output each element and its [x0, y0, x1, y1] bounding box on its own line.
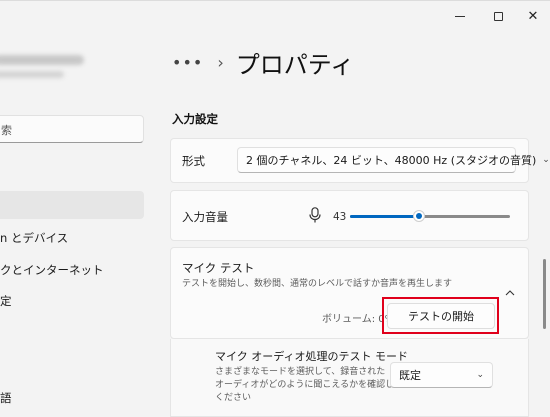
- test-mode-description-line3: ください: [215, 393, 252, 403]
- scrollbar[interactable]: [543, 259, 546, 329]
- section-title-input-settings: 入力設定: [172, 112, 218, 126]
- test-mode-description-line2: オーディオがどのように聞こえるかを確認して: [215, 380, 403, 390]
- volume-slider-fill: [350, 215, 419, 218]
- chevron-right-icon: ›: [217, 53, 224, 72]
- test-mode-description-line1: さまざまなモードを選択して、録音された: [215, 367, 386, 377]
- mic-test-title: マイク テスト: [182, 261, 255, 275]
- sidebar-item-selected[interactable]: [0, 191, 144, 219]
- close-icon: ✕: [527, 8, 539, 24]
- chevron-up-icon[interactable]: [505, 289, 515, 297]
- test-mode-dropdown[interactable]: 既定 ⌄: [390, 362, 493, 388]
- format-dropdown[interactable]: 2 個のチャネル、24 ビット、48000 Hz (スタジオの音質) ⌄: [237, 147, 550, 173]
- highlight-box: [382, 297, 499, 334]
- profile-name-blurred: [0, 55, 84, 65]
- breadcrumb: ••• › プロパティ: [172, 45, 354, 80]
- sidebar-item-network[interactable]: クとインターネット: [0, 262, 104, 278]
- settings-window: ✕ 索 n とデバイス クとインターネット 定 語 ••• › プロパティ 入力…: [0, 0, 550, 417]
- chevron-down-icon: ⌄: [476, 370, 484, 380]
- search-input[interactable]: 索: [0, 115, 144, 143]
- microphone-icon[interactable]: [309, 207, 321, 223]
- sidebar-item-bluetooth-devices[interactable]: n とデバイス: [0, 230, 68, 246]
- volume-slider-thumb[interactable]: [412, 210, 425, 222]
- minimize-icon: [455, 15, 465, 17]
- test-mode-title: マイク オーディオ処理のテスト モード: [215, 350, 409, 363]
- more-icon[interactable]: •••: [172, 53, 203, 72]
- input-volume-value: 43: [333, 211, 347, 223]
- input-volume-label: 入力音量: [182, 210, 228, 224]
- search-placeholder: 索: [1, 124, 12, 137]
- test-mode-value: 既定: [399, 369, 421, 382]
- format-value: 2 個のチャネル、24 ビット、48000 Hz (スタジオの音質): [246, 154, 537, 167]
- page-title: プロパティ: [235, 51, 355, 79]
- sidebar-item-personalization[interactable]: 定: [0, 293, 12, 309]
- profile-email-blurred: [0, 71, 64, 78]
- format-label: 形式: [182, 154, 205, 168]
- chevron-down-icon: ⌄: [542, 155, 550, 165]
- mic-test-description: テストを開始し、数秒間、通常のレベルで話すか音声を再生します: [182, 279, 453, 289]
- sidebar-item-language[interactable]: 語: [0, 390, 12, 406]
- maximize-icon: [493, 11, 503, 21]
- close-button[interactable]: ✕: [510, 1, 550, 31]
